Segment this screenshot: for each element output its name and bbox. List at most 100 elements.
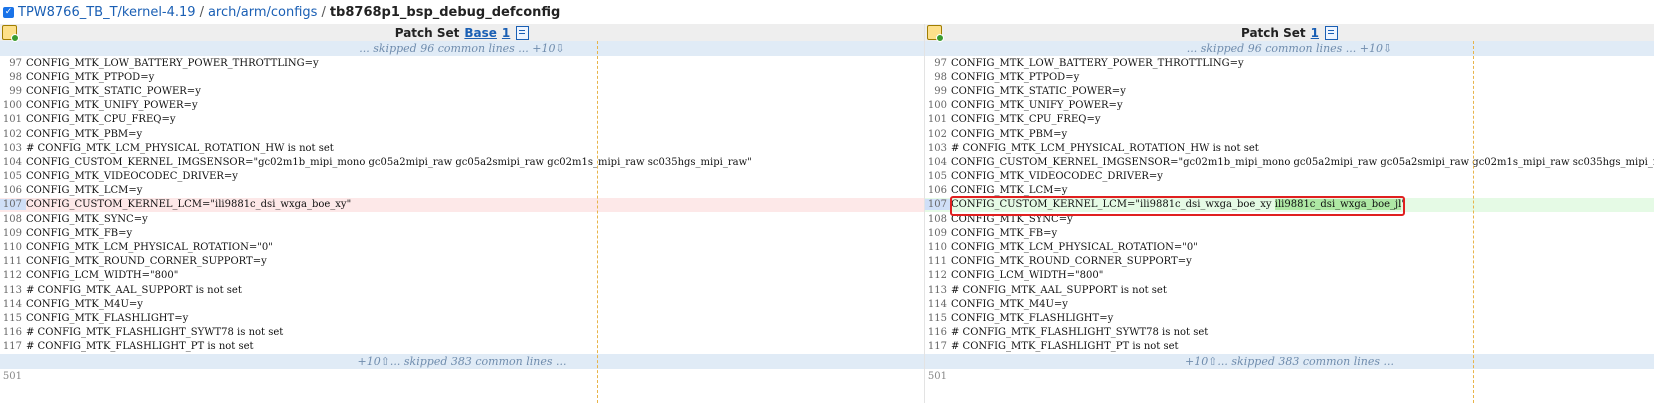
line-number[interactable]: 111 [925,256,951,267]
code-line[interactable]: 112 CONFIG_LCM_WIDTH="800" [925,269,1654,283]
line-number[interactable]: 102 [0,129,26,140]
line-number[interactable]: 117 [925,341,951,352]
patch-set-base-link[interactable]: Base [464,26,497,40]
code-line[interactable]: 113 # CONFIG_MTK_AAL_SUPPORT is not set [0,283,924,297]
line-number[interactable]: 101 [0,114,26,125]
code-line[interactable]: 105 CONFIG_MTK_VIDEOCODEC_DRIVER=y [0,170,924,184]
skip-common-lines-bottom[interactable]: +10⇧... skipped 383 common lines ... [0,353,924,369]
line-number[interactable]: 106 [0,185,26,196]
line-number[interactable]: 107 [925,199,951,211]
line-number[interactable]: 109 [0,228,26,239]
download-icon[interactable] [516,25,530,40]
code-line[interactable]: 106 CONFIG_MTK_LCM=y [925,184,1654,198]
project-link[interactable]: TPW8766_TB_T/kernel-4.19 [18,5,196,20]
line-number[interactable]: 112 [925,270,951,281]
line-number[interactable]: 115 [925,313,951,324]
code-line[interactable]: 104 CONFIG_CUSTOM_KERNEL_IMGSENSOR="gc02m… [925,155,1654,169]
line-number[interactable]: 117 [0,341,26,352]
line-number[interactable]: 102 [925,129,951,140]
code-line[interactable]: 117 # CONFIG_MTK_FLASHLIGHT_PT is not set [0,340,924,354]
download-icon[interactable] [1325,25,1339,40]
line-number[interactable]: 100 [0,100,26,111]
code-line[interactable]: 109 CONFIG_MTK_FB=y [0,226,924,240]
code-line[interactable]: 106 CONFIG_MTK_LCM=y [0,184,924,198]
code-line[interactable]: 103 # CONFIG_MTK_LCM_PHYSICAL_ROTATION_HW… [0,141,924,155]
code-line[interactable]: 113 # CONFIG_MTK_AAL_SUPPORT is not set [925,283,1654,297]
code-line[interactable]: 114 CONFIG_MTK_M4U=y [0,297,924,311]
code-line[interactable]: 115 CONFIG_MTK_FLASHLIGHT=y [0,311,924,325]
code-line[interactable]: 102 CONFIG_MTK_PBM=y [0,127,924,141]
line-number[interactable]: 99 [0,86,26,97]
add-comment-icon[interactable] [927,25,944,42]
line-number[interactable]: 109 [925,228,951,239]
code-line[interactable]: 115 CONFIG_MTK_FLASHLIGHT=y [925,311,1654,325]
code-line[interactable]: 107 CONFIG_CUSTOM_KERNEL_LCM="ili9881c_ds… [925,197,1654,213]
line-number[interactable]: 111 [0,256,26,267]
line-number[interactable]: 107 [0,199,26,211]
line-number[interactable]: 101 [925,114,951,125]
code-line[interactable]: 107 CONFIG_CUSTOM_KERNEL_LCM="ili9881c_ds… [0,197,924,213]
line-number[interactable]: 100 [925,100,951,111]
line-number[interactable]: 105 [925,171,951,182]
line-number[interactable]: 113 [0,285,26,296]
line-number[interactable]: 106 [925,185,951,196]
code-line[interactable]: 97 CONFIG_MTK_LOW_BATTERY_POWER_THROTTLIN… [0,56,924,70]
code-line[interactable]: 117 # CONFIG_MTK_FLASHLIGHT_PT is not set [925,340,1654,354]
code-line[interactable]: 103 # CONFIG_MTK_LCM_PHYSICAL_ROTATION_HW… [925,141,1654,155]
line-number[interactable]: 105 [0,171,26,182]
code-line[interactable]: 111 CONFIG_MTK_ROUND_CORNER_SUPPORT=y [0,255,924,269]
skip-common-lines-top[interactable]: ... skipped 96 common lines ... +10⇩ [0,41,924,56]
code-line[interactable]: 109 CONFIG_MTK_FB=y [925,226,1654,240]
code-line[interactable]: 110 CONFIG_MTK_LCM_PHYSICAL_ROTATION="0" [0,240,924,254]
code-line[interactable]: 108 CONFIG_MTK_SYNC=y [925,212,1654,226]
line-text: CONFIG_MTK_M4U=y [26,298,143,310]
checkbox-icon[interactable]: ✓ [3,6,14,18]
line-number[interactable]: 103 [925,143,951,154]
line-number[interactable]: 112 [0,270,26,281]
line-number[interactable]: 97 [925,58,951,69]
code-line[interactable]: 111 CONFIG_MTK_ROUND_CORNER_SUPPORT=y [925,255,1654,269]
code-line[interactable]: 102 CONFIG_MTK_PBM=y [925,127,1654,141]
line-number[interactable]: 97 [0,58,26,69]
line-number[interactable]: 110 [925,242,951,253]
code-line[interactable]: 99 CONFIG_MTK_STATIC_POWER=y [925,84,1654,98]
code-line[interactable]: 97 CONFIG_MTK_LOW_BATTERY_POWER_THROTTLIN… [925,56,1654,70]
code-line[interactable]: 116 # CONFIG_MTK_FLASHLIGHT_SYWT78 is not… [925,326,1654,340]
code-line[interactable]: 98 CONFIG_MTK_PTPOD=y [925,70,1654,84]
line-number[interactable]: 104 [925,157,951,168]
line-number[interactable]: 98 [0,72,26,83]
add-comment-icon[interactable] [2,25,19,42]
code-line[interactable]: 108 CONFIG_MTK_SYNC=y [0,212,924,226]
code-line[interactable]: 112 CONFIG_LCM_WIDTH="800" [0,269,924,283]
path-link[interactable]: arch/arm/configs [208,5,317,20]
code-line[interactable]: 101 CONFIG_MTK_CPU_FREQ=y [0,113,924,127]
line-number[interactable]: 98 [925,72,951,83]
line-text: # CONFIG_MTK_FLASHLIGHT_PT is not set [951,341,1179,353]
line-number[interactable]: 108 [0,214,26,225]
line-number[interactable]: 103 [0,143,26,154]
code-line[interactable]: 110 CONFIG_MTK_LCM_PHYSICAL_ROTATION="0" [925,240,1654,254]
line-number[interactable]: 108 [925,214,951,225]
skip-common-lines-bottom[interactable]: +10⇧... skipped 383 common lines ... [925,353,1654,369]
line-number[interactable]: 114 [0,299,26,310]
line-number[interactable]: 115 [0,313,26,324]
line-number[interactable]: 99 [925,86,951,97]
line-number[interactable]: 116 [925,327,951,338]
code-line[interactable]: 100 CONFIG_MTK_UNIFY_POWER=y [0,99,924,113]
line-number[interactable]: 104 [0,157,26,168]
patch-set-number-link[interactable]: 1 [1311,26,1319,40]
code-line[interactable]: 104 CONFIG_CUSTOM_KERNEL_IMGSENSOR="gc02m… [0,155,924,169]
code-line[interactable]: 100 CONFIG_MTK_UNIFY_POWER=y [925,99,1654,113]
line-number[interactable]: 116 [0,327,26,338]
skip-common-lines-top[interactable]: ... skipped 96 common lines ... +10⇩ [925,41,1654,56]
code-line[interactable]: 105 CONFIG_MTK_VIDEOCODEC_DRIVER=y [925,170,1654,184]
line-number[interactable]: 114 [925,299,951,310]
code-line[interactable]: 116 # CONFIG_MTK_FLASHLIGHT_SYWT78 is not… [0,326,924,340]
patch-set-number-link[interactable]: 1 [502,26,510,40]
line-number[interactable]: 113 [925,285,951,296]
code-line[interactable]: 98 CONFIG_MTK_PTPOD=y [0,70,924,84]
code-line[interactable]: 114 CONFIG_MTK_M4U=y [925,297,1654,311]
line-number[interactable]: 110 [0,242,26,253]
code-line[interactable]: 101 CONFIG_MTK_CPU_FREQ=y [925,113,1654,127]
code-line[interactable]: 99 CONFIG_MTK_STATIC_POWER=y [0,84,924,98]
